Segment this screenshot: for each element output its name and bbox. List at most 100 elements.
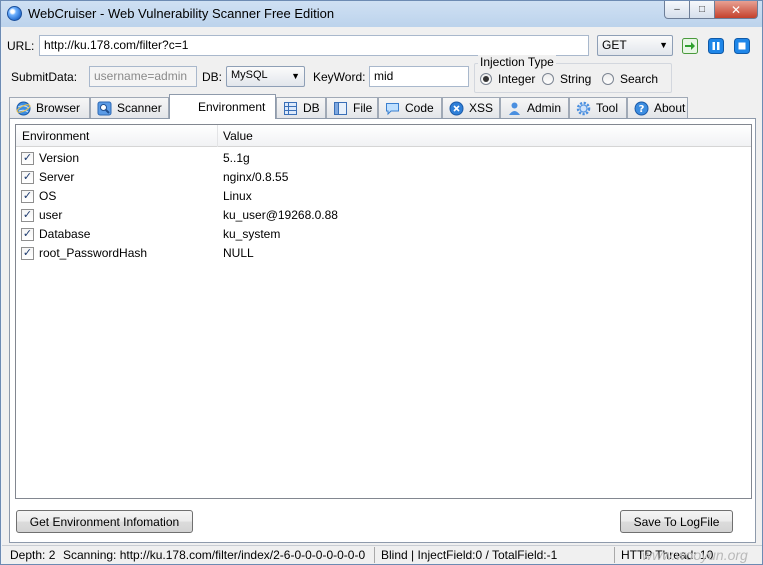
maximize-button[interactable]: □ xyxy=(690,1,715,19)
table-row[interactable]: ✓ Version 5..1g xyxy=(16,149,751,168)
pause-icon xyxy=(708,38,724,54)
tab-db[interactable]: DB xyxy=(276,97,326,118)
radio-string[interactable] xyxy=(542,73,554,85)
table-row[interactable]: ✓ OS Linux xyxy=(16,187,751,206)
radio-integer-label: Integer xyxy=(498,72,536,86)
window-controls: – □ ✕ xyxy=(664,1,758,19)
cell-value: nginx/0.8.55 xyxy=(223,170,289,184)
chevron-down-icon: ▼ xyxy=(291,71,300,81)
radio-search-label: Search xyxy=(620,72,659,86)
cell-environment: root_PasswordHash xyxy=(39,246,148,260)
column-header-environment[interactable]: Environment xyxy=(22,129,89,143)
environment-panel: Environment Value ✓ Version 5..1g ✓ Server ng… xyxy=(9,118,756,543)
status-blind: Blind | InjectField:0 / TotalField:-1 xyxy=(381,548,558,562)
pause-button[interactable] xyxy=(708,38,724,54)
url-label: URL: xyxy=(7,39,35,53)
list-header: Environment Value xyxy=(16,125,751,147)
gear-icon xyxy=(576,101,591,115)
chevron-down-icon: ▼ xyxy=(659,40,668,50)
tab-code[interactable]: Code xyxy=(378,97,442,118)
tab-label: About xyxy=(654,101,686,115)
method-select[interactable]: GET ▼ xyxy=(597,35,673,56)
row-checkbox[interactable]: ✓ xyxy=(21,209,34,222)
tab-file[interactable]: File xyxy=(326,97,378,118)
environment-list: Environment Value ✓ Version 5..1g ✓ Server ng… xyxy=(15,124,752,499)
go-button[interactable] xyxy=(682,38,698,54)
admin-icon xyxy=(509,102,520,115)
app-globe-icon xyxy=(7,6,22,21)
submit-data-input[interactable]: username=admin xyxy=(89,66,197,87)
go-arrow-icon xyxy=(682,38,698,54)
radio-search[interactable] xyxy=(602,73,614,85)
cell-value: NULL xyxy=(223,246,254,260)
tab-scanner[interactable]: Scanner xyxy=(90,97,169,118)
cell-environment: Version xyxy=(39,151,80,165)
row-checkbox[interactable]: ✓ xyxy=(21,152,34,165)
tab-label: XSS xyxy=(469,101,494,115)
tab-label: Environment xyxy=(198,100,266,114)
cell-value: Linux xyxy=(223,189,252,203)
cell-environment: Database xyxy=(39,227,91,241)
keyword-input[interactable]: mid xyxy=(369,66,469,87)
browser-icon xyxy=(16,101,31,115)
cell-environment: OS xyxy=(39,189,57,203)
maximize-icon: □ xyxy=(698,4,706,15)
column-divider[interactable] xyxy=(217,125,218,147)
status-depth: Depth: 2 xyxy=(10,548,56,562)
tab-label: Tool xyxy=(596,101,619,115)
radio-string-label: String xyxy=(560,72,592,86)
table-row[interactable]: ✓ Server nginx/0.8.55 xyxy=(16,168,751,187)
method-value: GET xyxy=(602,38,627,52)
scanner-icon xyxy=(97,101,112,115)
xss-icon xyxy=(449,101,464,115)
row-checkbox[interactable]: ✓ xyxy=(21,190,34,203)
tab-label: DB xyxy=(303,101,320,115)
close-button[interactable]: ✕ xyxy=(715,1,758,19)
stop-icon xyxy=(734,38,750,54)
table-row[interactable]: ✓ root_PasswordHash NULL xyxy=(16,244,751,263)
client-area: URL: http://ku.178.com/filter?c=1 GET ▼ xyxy=(2,27,762,564)
get-environment-button[interactable]: Get Environment Infomation xyxy=(16,510,193,533)
cell-value: 5..1g xyxy=(223,151,250,165)
status-divider xyxy=(374,547,375,563)
close-icon: ✕ xyxy=(730,2,742,17)
title-bar: WebCruiser - Web Vulnerability Scanner F… xyxy=(1,1,762,27)
watermark-text: www.wooyun.org xyxy=(642,547,748,563)
tab-about[interactable]: ? About xyxy=(627,97,688,118)
tab-xss[interactable]: XSS xyxy=(442,97,500,118)
db-value: MySQL xyxy=(231,69,268,81)
db-select[interactable]: MySQL ▼ xyxy=(226,66,305,87)
svg-text:?: ? xyxy=(639,104,645,115)
status-bar: Depth: 2 Scanning: http://ku.178.com/fil… xyxy=(2,545,762,564)
injection-type-title: Injection Type xyxy=(478,55,556,69)
code-icon xyxy=(386,102,399,115)
url-input[interactable]: http://ku.178.com/filter?c=1 xyxy=(39,35,589,56)
tab-tool[interactable]: Tool xyxy=(569,97,627,118)
table-row[interactable]: ✓ Database ku_system xyxy=(16,225,751,244)
file-icon xyxy=(334,101,347,115)
tab-environment[interactable]: Environment xyxy=(169,94,276,119)
cell-environment: Server xyxy=(39,170,75,184)
row-checkbox[interactable]: ✓ xyxy=(21,228,34,241)
save-logfile-button[interactable]: Save To LogFile xyxy=(620,510,733,533)
minimize-button[interactable]: – xyxy=(664,1,690,19)
tab-browser[interactable]: Browser xyxy=(9,97,90,118)
table-row[interactable]: ✓ user ku_user@19268.0.88 xyxy=(16,206,751,225)
status-divider xyxy=(614,547,615,563)
row-checkbox[interactable]: ✓ xyxy=(21,247,34,260)
column-header-value[interactable]: Value xyxy=(223,129,253,143)
tab-label: File xyxy=(353,101,373,115)
row-checkbox[interactable]: ✓ xyxy=(21,171,34,184)
tab-label: Code xyxy=(405,101,434,115)
cell-value: ku_user@19268.0.88 xyxy=(223,208,338,222)
radio-integer[interactable] xyxy=(480,73,492,85)
tab-label: Admin xyxy=(527,101,562,115)
tab-label: Browser xyxy=(36,101,81,115)
help-icon: ? xyxy=(634,101,649,115)
stop-button[interactable] xyxy=(734,38,750,54)
cell-value: ku_system xyxy=(223,227,281,241)
submit-data-label: SubmitData: xyxy=(11,70,78,84)
minimize-icon: – xyxy=(674,4,680,15)
tab-admin[interactable]: Admin xyxy=(500,97,569,118)
window-title: WebCruiser - Web Vulnerability Scanner F… xyxy=(28,6,335,21)
